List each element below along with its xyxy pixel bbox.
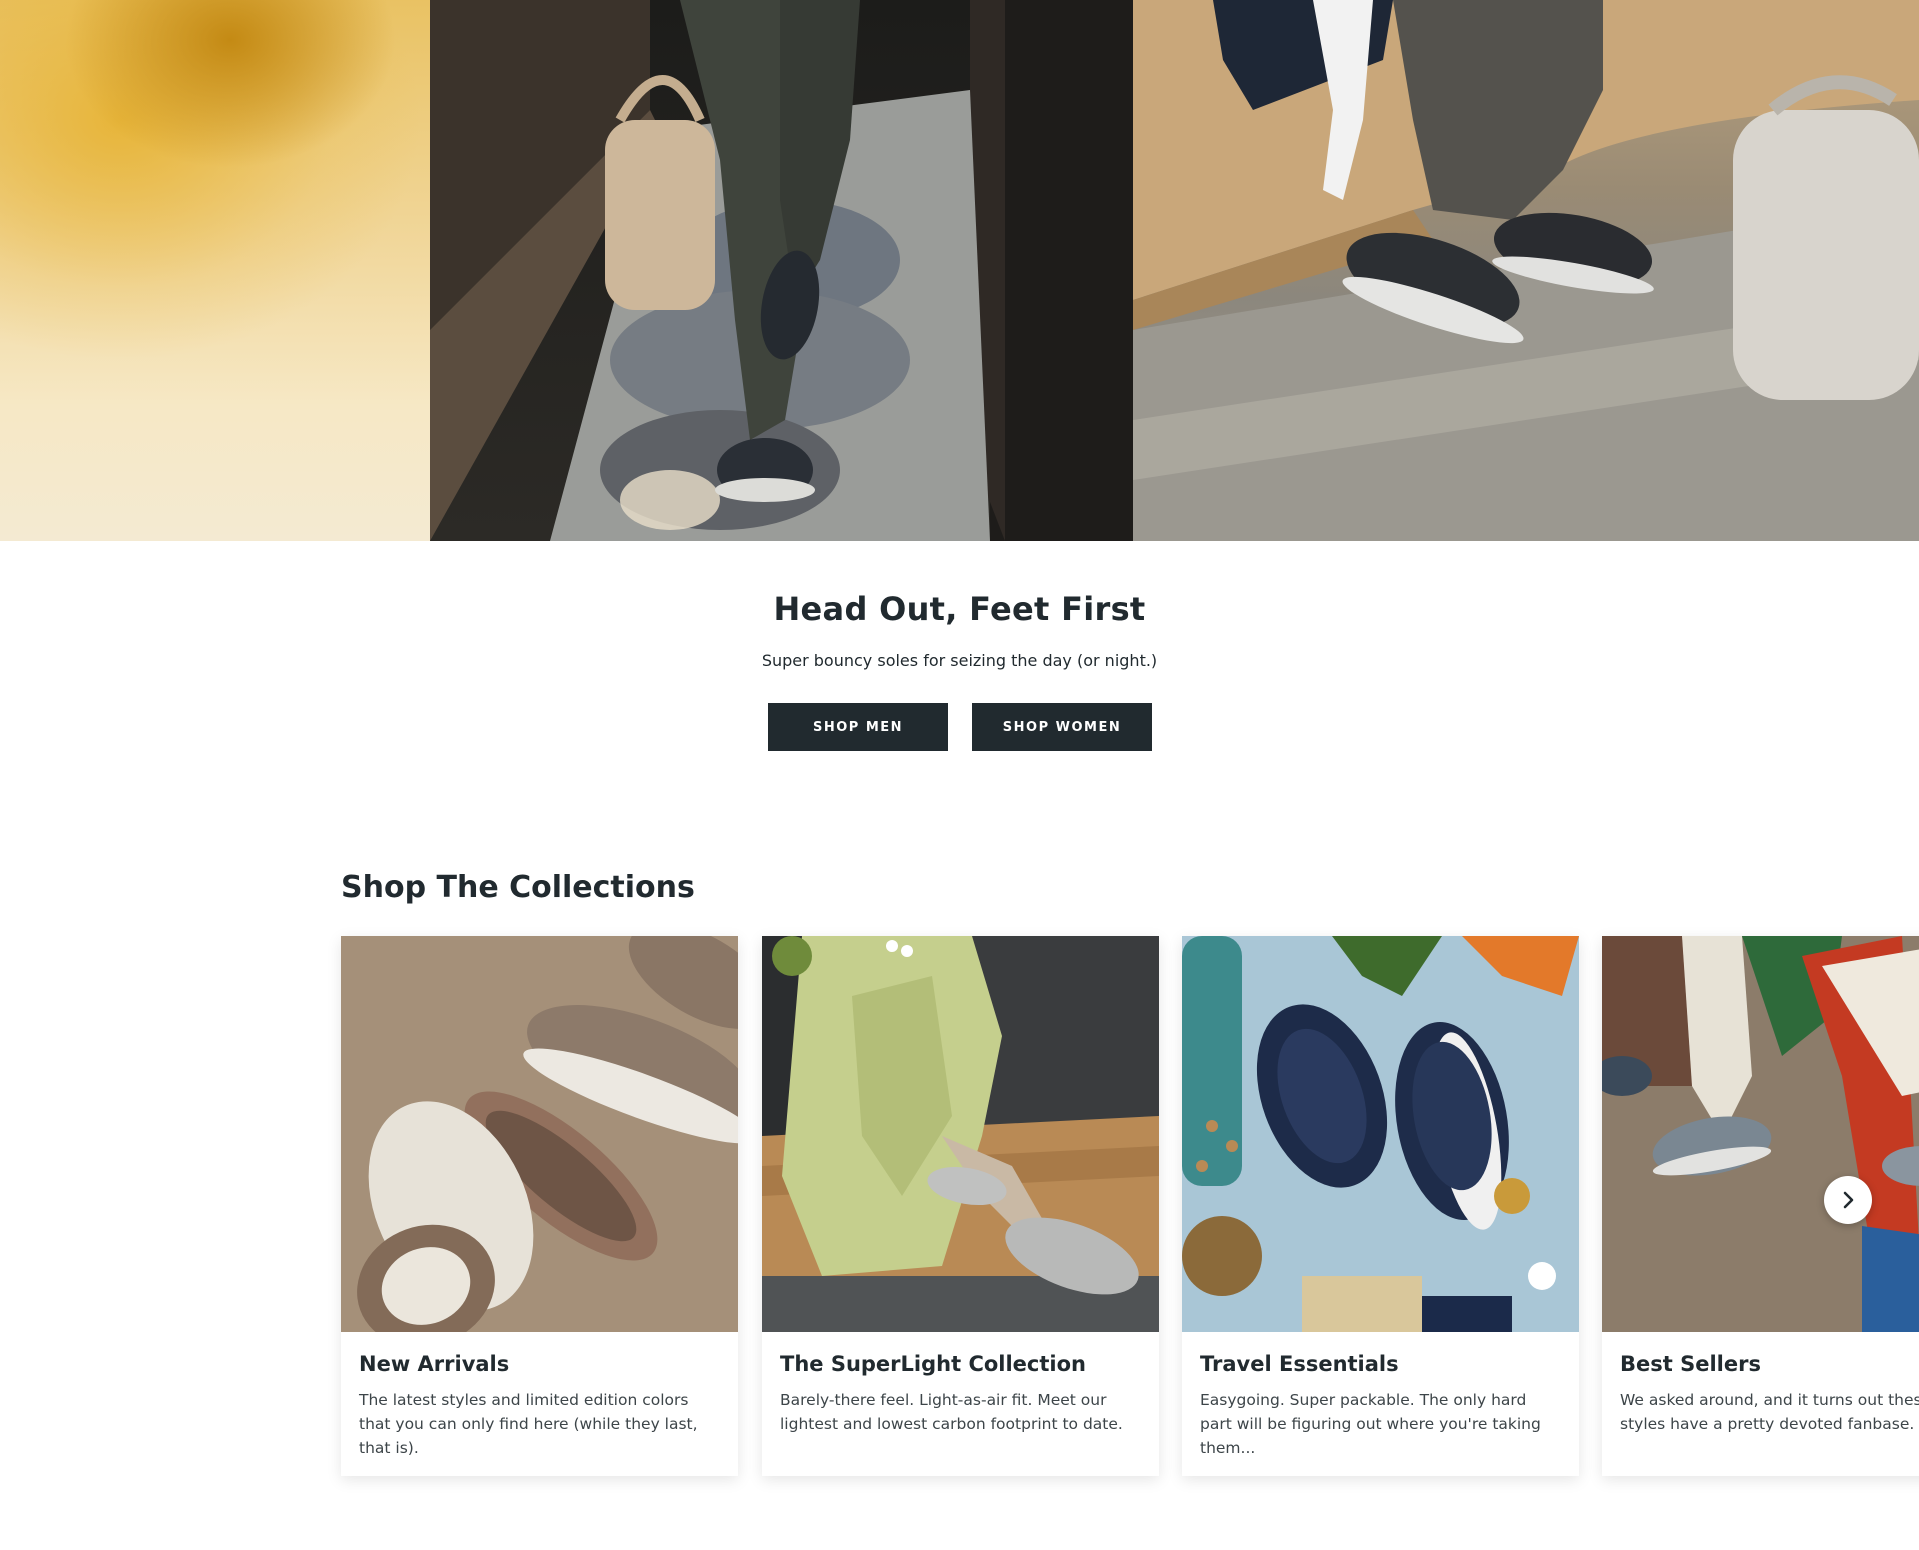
chevron-right-icon <box>1843 1191 1854 1209</box>
shop-men-button[interactable]: SHOP MEN <box>768 703 948 751</box>
card-description: We asked around, and it turns out these … <box>1620 1391 1919 1433</box>
collection-card-new-arrivals[interactable]: New Arrivals The latest styles and limit… <box>341 936 738 1476</box>
hero-image-walking <box>430 0 1133 541</box>
hero-image-bench <box>1133 0 1919 541</box>
collection-card-best-sellers[interactable]: Best Sellers We asked around, and it tur… <box>1602 936 1919 1476</box>
promo-title: Head Out, Feet First <box>773 590 1146 628</box>
superlight-illustration <box>762 936 1159 1332</box>
collection-card-superlight[interactable]: The SuperLight Collection Barely-there f… <box>762 936 1159 1476</box>
best-sellers-illustration <box>1602 936 1919 1332</box>
walking-scene-illustration <box>430 0 1133 541</box>
promo-subtitle: Super bouncy soles for seizing the day (… <box>761 651 1158 670</box>
travel-essentials-illustration <box>1182 936 1579 1332</box>
card-title: Best Sellers <box>1620 1352 1761 1376</box>
best-sellers-image <box>1602 936 1919 1332</box>
collection-card-travel-essentials[interactable]: Travel Essentials Easygoing. Super packa… <box>1182 936 1579 1476</box>
new-arrivals-illustration <box>341 936 738 1332</box>
bench-scene-illustration <box>1133 0 1919 541</box>
new-arrivals-image <box>341 936 738 1332</box>
card-description: Barely-there feel. Light-as-air fit. Mee… <box>780 1391 1123 1433</box>
card-description: Easygoing. Super packable. The only hard… <box>1200 1391 1541 1457</box>
hero-image-left <box>0 0 430 541</box>
hero-banner <box>0 0 1919 541</box>
card-description: The latest styles and limited edition co… <box>359 1391 698 1457</box>
collections-heading: Shop The Collections <box>341 870 695 905</box>
travel-essentials-image <box>1182 936 1579 1332</box>
card-title: The SuperLight Collection <box>780 1352 1086 1376</box>
superlight-image <box>762 936 1159 1332</box>
card-title: New Arrivals <box>359 1352 510 1376</box>
card-title: Travel Essentials <box>1200 1352 1399 1376</box>
shop-women-button[interactable]: SHOP WOMEN <box>972 703 1152 751</box>
carousel-next-button[interactable] <box>1824 1176 1872 1224</box>
